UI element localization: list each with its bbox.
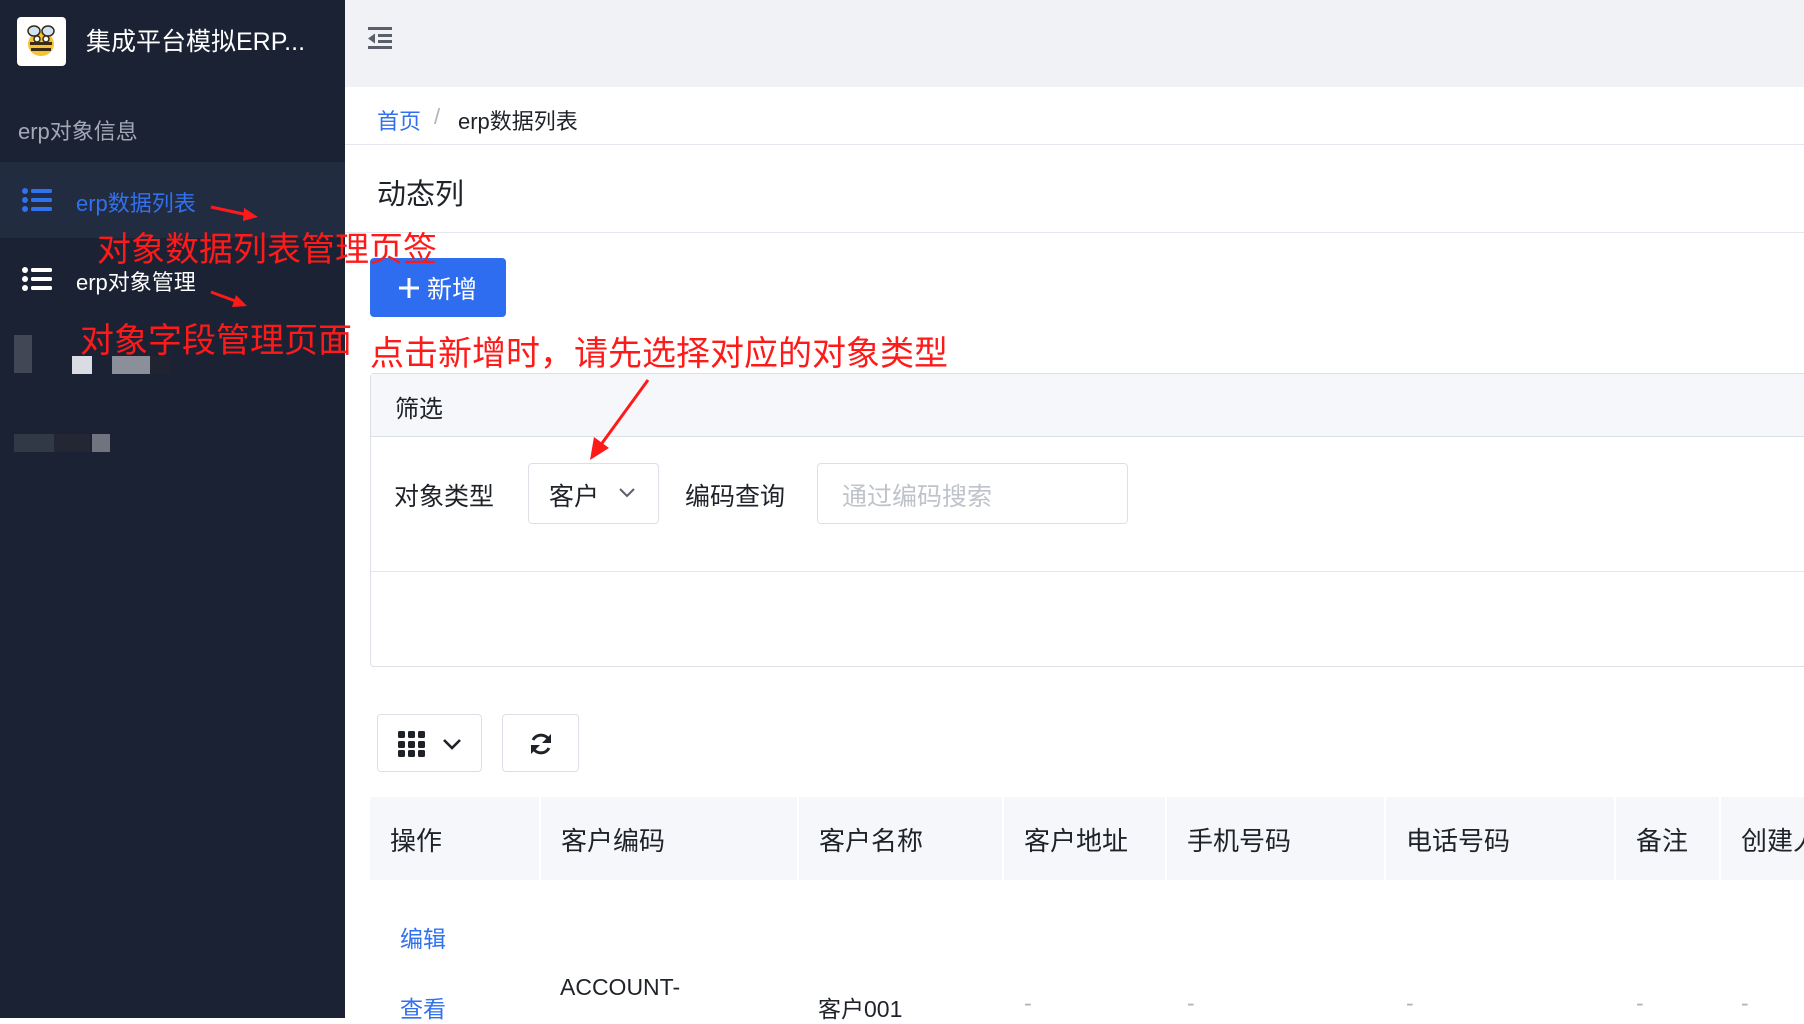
column-header-actions: 操作 xyxy=(370,797,541,880)
mobile-cell: - xyxy=(1187,990,1195,1016)
customer-code-cell: ACCOUNT- xyxy=(560,974,681,1000)
breadcrumb-separator: / xyxy=(434,104,441,129)
customer-code-cell-overflow xyxy=(560,1006,780,1018)
sidebar: 集成平台模拟ERP... erp对象信息 erp数据列表 erp对象管理 xyxy=(0,0,345,1018)
page-title: 动态列 xyxy=(377,179,465,211)
filter-card-title: 筛选 xyxy=(371,374,1804,437)
code-search-placeholder: 通过编码搜索 xyxy=(842,483,993,511)
breadcrumb-current: erp数据列表 xyxy=(458,109,578,134)
annotation-tab-note: 对象数据列表管理页签 xyxy=(97,231,437,269)
code-search-label: 编码查询 xyxy=(685,483,786,511)
column-header-remark[interactable]: 备注 xyxy=(1616,797,1721,880)
edit-link[interactable]: 编辑 xyxy=(400,920,446,954)
view-link[interactable]: 查看 xyxy=(400,990,446,1024)
annotation-add-note: 点击新增时，请先选择对应的对象类型 xyxy=(370,335,948,373)
top-header xyxy=(345,0,1804,87)
refresh-button[interactable] xyxy=(502,714,579,772)
filter-card: 筛选 对象类型 客户 编码查询 通过编码搜索 xyxy=(370,373,1804,667)
chevron-down-icon xyxy=(443,739,461,750)
app-title: 集成平台模拟ERP... xyxy=(86,28,306,56)
creator-cell: - xyxy=(1741,990,1749,1016)
column-settings-button[interactable] xyxy=(377,714,482,772)
object-type-label: 对象类型 xyxy=(394,483,495,511)
phone-cell: - xyxy=(1406,990,1414,1016)
collapse-sidebar-icon[interactable] xyxy=(366,24,394,52)
sidebar-item-label: erp数据列表 xyxy=(76,191,196,216)
column-header-phone[interactable]: 电话号码 xyxy=(1386,797,1616,880)
chevron-down-icon xyxy=(619,488,635,498)
sidebar-group-label: erp对象信息 xyxy=(18,119,138,144)
table-header: 操作 客户编码 客户名称 客户地址 手机号码 电话号码 备注 创建人 xyxy=(370,797,1804,880)
list-icon xyxy=(22,188,52,212)
object-type-select[interactable]: 客户 xyxy=(528,463,659,524)
grid-icon xyxy=(398,731,425,757)
column-header-mobile[interactable]: 手机号码 xyxy=(1167,797,1386,880)
annotation-field-note: 对象字段管理页面 xyxy=(80,322,352,360)
column-header-customer-address[interactable]: 客户地址 xyxy=(1004,797,1167,880)
remark-cell: - xyxy=(1636,990,1644,1016)
plus-icon xyxy=(398,277,419,298)
breadcrumb: 首页 / erp数据列表 xyxy=(345,87,1804,145)
refresh-icon xyxy=(531,733,551,755)
list-icon xyxy=(22,267,52,291)
customer-address-cell: - xyxy=(1024,990,1032,1016)
divider xyxy=(371,571,1804,572)
app-logo[interactable] xyxy=(17,17,66,66)
add-button-label: 新增 xyxy=(426,275,477,304)
code-search-input[interactable]: 通过编码搜索 xyxy=(817,463,1128,524)
object-type-value: 客户 xyxy=(549,483,600,511)
column-header-customer-name[interactable]: 客户名称 xyxy=(799,797,1004,880)
column-header-creator[interactable]: 创建人 xyxy=(1721,797,1804,880)
customer-name-cell: 客户001 xyxy=(818,996,903,1022)
divider xyxy=(345,232,1804,233)
breadcrumb-home-link[interactable]: 首页 xyxy=(377,104,421,136)
column-header-customer-code[interactable]: 客户编码 xyxy=(541,797,799,880)
